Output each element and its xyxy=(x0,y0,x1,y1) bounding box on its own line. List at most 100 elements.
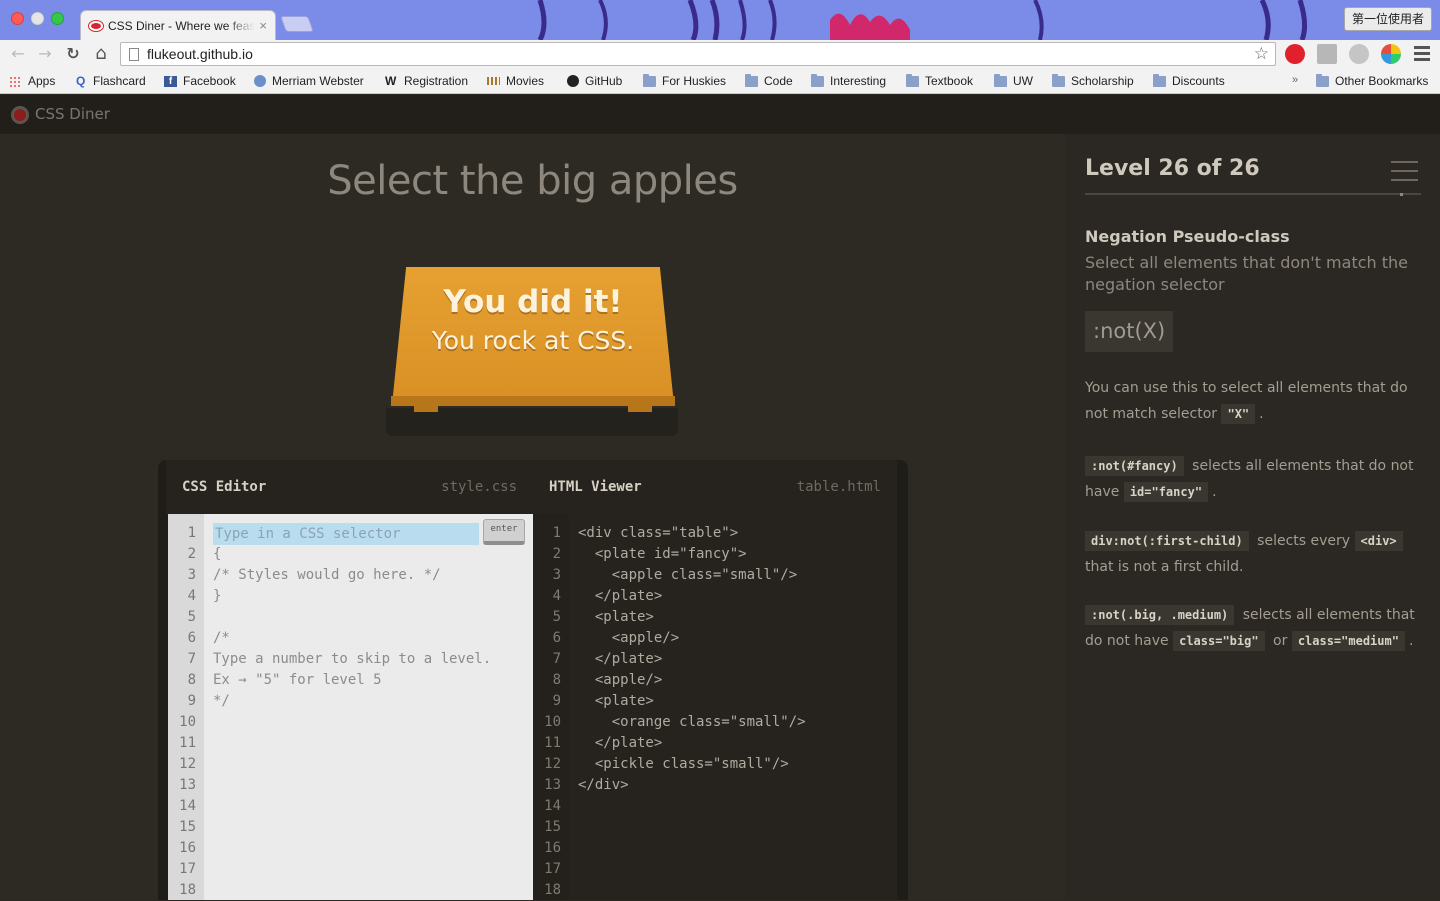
line-number: 6 xyxy=(187,630,196,646)
browser-tab-active[interactable]: CSS Diner - Where we feast on CSS × xyxy=(80,10,276,40)
line-number: 1 xyxy=(187,525,196,541)
bookmark-code[interactable]: Code xyxy=(745,73,793,89)
bookmark-label: Registration xyxy=(404,74,469,88)
bookmark-merriam-webster[interactable]: Merriam Webster xyxy=(254,73,364,89)
code-line: <plate id="fancy"> xyxy=(578,546,747,562)
bookmark-label: Scholarship xyxy=(1071,74,1134,88)
code-line: <apple/> xyxy=(578,630,680,646)
bookmark-registration[interactable]: W Registration xyxy=(385,73,468,89)
folder-icon xyxy=(643,73,656,87)
code-line: { xyxy=(213,546,222,562)
bookmarks-overflow-icon[interactable]: » xyxy=(1292,74,1298,86)
game-area: Select the big apples You did it! You ro… xyxy=(0,134,1065,900)
quizlet-icon: Q xyxy=(76,73,86,88)
back-arrow-icon[interactable]: ← xyxy=(7,43,29,65)
bookmark-star-icon[interactable]: ☆ xyxy=(1254,44,1269,64)
extension-adblock-icon[interactable] xyxy=(1285,44,1305,64)
code-line: <orange class="small"/> xyxy=(578,714,806,730)
code-line: <plate> xyxy=(578,609,654,625)
browser-toolbar: ← → ↻ ⌂ flukeout.github.io ☆ xyxy=(0,40,1440,68)
enter-button[interactable]: enter xyxy=(483,519,525,545)
line-number: 3 xyxy=(187,567,196,583)
example-3-chip-2: class="big" xyxy=(1173,631,1265,651)
line-number: 8 xyxy=(552,672,561,688)
line-number: 17 xyxy=(544,861,561,877)
bookmark-other-bookmarks[interactable]: Other Bookmarks xyxy=(1316,73,1428,89)
code-line: /* xyxy=(213,630,230,646)
line-number: 2 xyxy=(552,546,561,562)
example-3-chip-3: class="medium" xyxy=(1291,631,1405,651)
line-number: 14 xyxy=(179,798,196,814)
line-number: 7 xyxy=(552,651,561,667)
example-1: :not(#fancy) selects all elements that d… xyxy=(1085,453,1430,505)
level-sidebar: Level 26 of 26 Negation Pseudo-class Sel… xyxy=(1065,134,1440,900)
bookmark-interesting[interactable]: Interesting xyxy=(811,73,886,89)
code-line: <pickle class="small"/> xyxy=(578,756,789,772)
site-header: CSS Diner xyxy=(0,95,1440,134)
bookmark-label: Merriam Webster xyxy=(272,74,364,88)
line-number: 8 xyxy=(187,672,196,688)
level-title: Level 26 of 26 xyxy=(1085,156,1260,181)
site-title[interactable]: CSS Diner xyxy=(35,105,110,123)
level-progress-bar xyxy=(1085,193,1421,195)
code-line: Type a number to skip to a level. xyxy=(213,651,492,667)
line-number: 16 xyxy=(544,840,561,856)
bookmark-label: UW xyxy=(1013,74,1033,88)
example-1-chip: :not(#fancy) xyxy=(1085,456,1184,476)
movies-icon xyxy=(487,77,500,85)
bookmark-scholarship[interactable]: Scholarship xyxy=(1052,73,1134,89)
address-bar[interactable]: flukeout.github.io ☆ xyxy=(120,42,1276,66)
example-3: :not(.big, .medium) selects all elements… xyxy=(1085,602,1430,654)
code-line: <div class="table"> xyxy=(578,525,739,541)
browser-titlebar: CSS Diner - Where we feast on CSS × 第一位使… xyxy=(0,0,1440,40)
line-number: 5 xyxy=(552,609,561,625)
extension-facebook-icon[interactable] xyxy=(1317,44,1337,64)
profile-button[interactable]: 第一位使用者 xyxy=(1343,7,1432,31)
css-editor-pane: 1 2 3 4 5 6 7 8 9 10 11 12 13 14 15 16 17 18 {/* Styles w… xyxy=(168,514,533,900)
bookmark-flashcard[interactable]: Q Flashcard xyxy=(76,73,146,89)
line-number: 2 xyxy=(187,546,196,562)
line-number: 4 xyxy=(187,588,196,604)
selector-title: Select all elements that don't match the… xyxy=(1085,253,1408,294)
code-line: } xyxy=(213,588,222,604)
tab-close-icon[interactable]: × xyxy=(259,18,267,33)
example-3-end: . xyxy=(1408,633,1414,649)
line-number: 18 xyxy=(544,882,561,898)
bookmark-facebook[interactable]: f Facebook xyxy=(164,73,236,89)
css-line-gutter: 1 2 3 4 5 6 7 8 9 10 11 12 13 14 15 16 17 18 xyxy=(168,514,204,900)
extension-m-icon[interactable] xyxy=(1349,44,1369,64)
hint-end: . xyxy=(1259,406,1264,422)
bookmark-label: Apps xyxy=(28,74,56,88)
window-close-button[interactable] xyxy=(11,12,24,25)
line-number: 11 xyxy=(179,735,196,751)
facebook-icon: f xyxy=(164,75,177,87)
new-tab-button[interactable] xyxy=(280,16,314,32)
bookmark-movies[interactable]: Movies xyxy=(487,73,544,89)
bookmark-for-huskies[interactable]: For Huskies xyxy=(643,73,726,89)
window-minimize-button[interactable] xyxy=(31,12,44,25)
bookmark-github[interactable]: GitHub xyxy=(567,73,622,89)
reload-icon[interactable]: ↻ xyxy=(62,43,84,65)
level-menu-icon[interactable] xyxy=(1391,161,1418,181)
bookmark-discounts[interactable]: Discounts xyxy=(1153,73,1225,89)
win-message-subtitle: You rock at CSS. xyxy=(431,326,635,355)
code-line: */ xyxy=(213,693,230,709)
css-filename: style.css xyxy=(441,479,517,495)
bookmark-uw[interactable]: UW xyxy=(994,73,1033,89)
line-number: 9 xyxy=(552,693,561,709)
extension-colorful-icon[interactable] xyxy=(1381,44,1401,64)
window-maximize-button[interactable] xyxy=(51,12,64,25)
tab-title: CSS Diner - Where we feast on CSS xyxy=(108,18,256,33)
css-selector-input[interactable] xyxy=(213,523,479,545)
browser-menu-icon[interactable] xyxy=(1414,46,1430,62)
html-viewer-pane: 1 2 3 4 5 6 7 8 9 10 11 12 13 14 15 16 17 18 <div class="… xyxy=(533,514,897,900)
url-text[interactable]: flukeout.github.io xyxy=(147,46,1254,62)
bookmark-apps[interactable]: Apps xyxy=(9,73,55,89)
bookmark-textbook[interactable]: Textbook xyxy=(906,73,973,89)
page-icon xyxy=(129,47,139,61)
w-icon: W xyxy=(385,73,397,88)
example-2-chip: div:not(:first-child) xyxy=(1085,531,1249,551)
home-icon[interactable]: ⌂ xyxy=(90,43,112,65)
folder-icon xyxy=(994,73,1007,87)
forward-arrow-icon[interactable]: → xyxy=(34,43,56,65)
